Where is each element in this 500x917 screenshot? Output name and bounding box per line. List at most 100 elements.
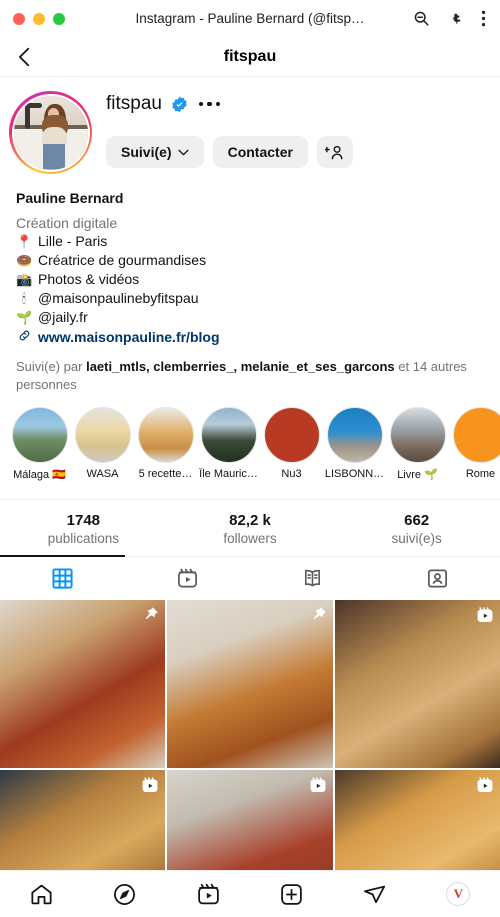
donut-icon: 🍩 bbox=[16, 253, 33, 268]
stat-following-value: 662 bbox=[404, 512, 430, 530]
more-options-button[interactable] bbox=[197, 96, 223, 113]
maximize-window-button[interactable] bbox=[53, 12, 65, 25]
highlight-lisbonne-label: LISBONN… bbox=[324, 468, 385, 481]
pin-icon bbox=[141, 606, 159, 629]
tagged-person-icon bbox=[428, 569, 447, 588]
highlight-wasa[interactable]: WASA bbox=[71, 407, 134, 481]
bio-line-mention-jaily-text[interactable]: @jaily.fr bbox=[38, 309, 88, 325]
bio-line-mention-maison-text[interactable]: @maisonpaulinebyfitspau bbox=[38, 290, 199, 306]
highlight-lisbonne[interactable]: LISBONN… bbox=[323, 407, 386, 481]
followed-by-names[interactable]: laeti_mtls, clemberries_, melanie_et_ses… bbox=[86, 359, 395, 374]
story-highlights: Málaga 🇪🇸 WASA 5 recette… Île Mauric… Nu… bbox=[0, 393, 500, 481]
highlight-malaga-cover bbox=[11, 407, 68, 464]
post-pizza-tart[interactable] bbox=[0, 600, 166, 769]
highlight-nu3-cover bbox=[263, 407, 320, 464]
reels-icon bbox=[309, 776, 327, 799]
profile-details: fitspau Suivi(e) Contacter bbox=[92, 89, 500, 174]
verified-badge-icon bbox=[171, 96, 188, 113]
zoom-out-icon[interactable] bbox=[413, 10, 430, 27]
avatar-story-ring bbox=[9, 91, 92, 174]
bio-line-role-text: Créatrice de gourmandises bbox=[38, 252, 207, 268]
nav-create[interactable] bbox=[250, 882, 333, 907]
following-button-label: Suivi(e) bbox=[121, 144, 172, 160]
tab-grid[interactable] bbox=[0, 557, 125, 600]
followed-by-prefix: Suivi(e) par bbox=[16, 359, 87, 374]
back-chevron-icon bbox=[19, 47, 30, 66]
profile-avatar-icon: V bbox=[446, 882, 471, 906]
verified-check-icon bbox=[172, 96, 187, 112]
following-button[interactable]: Suivi(e) bbox=[106, 136, 204, 168]
seedling-icon: 🌱 bbox=[16, 310, 33, 325]
highlight-ile-maurice[interactable]: Île Mauric… bbox=[197, 407, 260, 481]
tab-tagged[interactable] bbox=[375, 557, 500, 600]
stat-following[interactable]: 662 suivi(e)s bbox=[333, 512, 500, 546]
nav-messages[interactable] bbox=[333, 882, 416, 907]
nav-reels[interactable] bbox=[167, 882, 250, 907]
highlight-livre[interactable]: Livre 🌱 bbox=[386, 407, 449, 481]
profile-username: fitspau bbox=[106, 93, 162, 114]
highlight-livre-label: Livre 🌱 bbox=[397, 469, 438, 482]
extensions-puzzle-icon[interactable] bbox=[447, 10, 464, 27]
bio-line-location: 📍 Lille - Paris bbox=[16, 233, 484, 250]
highlight-rome[interactable]: Rome bbox=[449, 407, 500, 481]
window-titlebar: Instagram - Pauline Bernard (@fitsp… bbox=[0, 0, 500, 37]
post-stuffed-bread[interactable] bbox=[167, 600, 333, 769]
stat-followers[interactable]: 82,2 k followers bbox=[167, 512, 334, 546]
nav-explore[interactable] bbox=[83, 882, 166, 907]
page-content: fitspau Suivi(e) Contacter Pauline Berna… bbox=[0, 77, 500, 870]
paper-plane-icon bbox=[364, 885, 386, 903]
bio-line-media-text: Photos & vidéos bbox=[38, 271, 140, 287]
bio-line-mention-jaily[interactable]: 🌱 @jaily.fr bbox=[16, 309, 484, 326]
profile-tagline: Création digitale bbox=[16, 215, 118, 231]
followed-by-text: Suivi(e) par laeti_mtls, clemberries_, m… bbox=[0, 345, 500, 393]
candle-icon: 🕯 bbox=[22, 291, 26, 306]
close-window-button[interactable] bbox=[13, 12, 25, 25]
profile-full-name: Pauline Bernard bbox=[16, 190, 124, 206]
chevron-down-icon bbox=[178, 149, 189, 155]
avatar bbox=[11, 93, 90, 172]
bio-line-media: 📸 Photos & vidéos bbox=[16, 271, 484, 288]
post-cheesy-pasta[interactable] bbox=[334, 770, 500, 870]
stat-publications-value: 1748 bbox=[66, 512, 101, 530]
highlight-lisbonne-cover bbox=[326, 407, 383, 464]
bio-line-location-text: Lille - Paris bbox=[38, 233, 108, 249]
traffic-lights bbox=[0, 12, 65, 25]
minimize-window-button[interactable] bbox=[33, 12, 45, 25]
profile-bio: Pauline Bernard Création digitale 📍 Lill… bbox=[0, 174, 500, 345]
camera-icon: 📸 bbox=[16, 272, 33, 287]
nav-home[interactable] bbox=[0, 882, 83, 907]
username-row: fitspau bbox=[106, 89, 500, 119]
highlight-nu3[interactable]: Nu3 bbox=[260, 407, 323, 481]
compass-icon bbox=[114, 883, 136, 905]
avatar-container[interactable] bbox=[0, 89, 92, 174]
nav-profile[interactable]: V bbox=[417, 882, 500, 906]
highlight-rome-cover bbox=[452, 407, 500, 464]
active-stat-indicator bbox=[0, 555, 125, 558]
browser-menu-icon[interactable] bbox=[481, 10, 486, 27]
bottom-navigation: V bbox=[0, 870, 500, 917]
tab-reels[interactable] bbox=[125, 557, 250, 600]
reels-icon bbox=[178, 568, 197, 588]
bio-external-link-text[interactable]: www.maisonpauline.fr/blog bbox=[38, 329, 220, 345]
highlight-ile-maurice-label: Île Mauric… bbox=[199, 468, 258, 481]
back-button[interactable] bbox=[0, 46, 32, 68]
post-woman-eating[interactable] bbox=[167, 770, 333, 870]
bio-line-mention-maison[interactable]: 🕯 @maisonpaulinebyfitspau bbox=[16, 290, 484, 307]
highlight-5-recettes[interactable]: 5 recette… bbox=[134, 407, 197, 481]
bio-external-link[interactable]: www.maisonpauline.fr/blog bbox=[16, 329, 484, 345]
highlight-nu3-label: Nu3 bbox=[281, 468, 302, 481]
contact-button[interactable]: Contacter bbox=[212, 136, 308, 168]
post-apple-tart[interactable] bbox=[0, 770, 166, 870]
posts-grid bbox=[0, 600, 500, 870]
stat-publications[interactable]: 1748 publications bbox=[0, 512, 167, 546]
highlight-ile-maurice-cover bbox=[200, 407, 257, 464]
highlight-malaga[interactable]: Málaga 🇪🇸 bbox=[8, 407, 71, 481]
titlebar-icons bbox=[413, 10, 500, 27]
reels-icon bbox=[476, 776, 494, 799]
highlight-malaga-label: Málaga 🇪🇸 bbox=[13, 469, 66, 482]
post-cookies[interactable] bbox=[334, 600, 500, 769]
bio-line-role: 🍩 Créatrice de gourmandises bbox=[16, 252, 484, 269]
add-person-button[interactable] bbox=[316, 136, 353, 168]
tab-guides[interactable] bbox=[250, 557, 375, 600]
home-icon bbox=[31, 884, 52, 904]
